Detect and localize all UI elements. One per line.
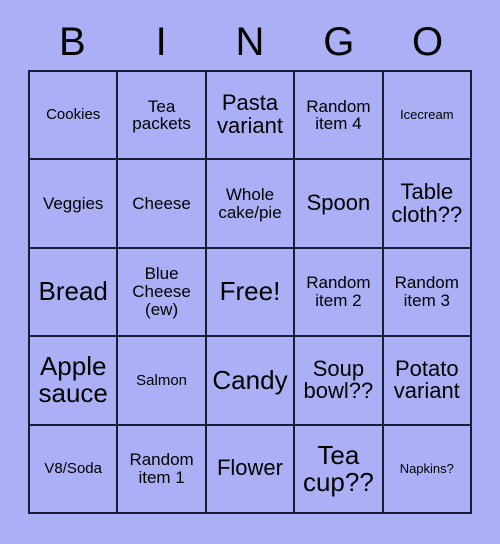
bingo-cell-label: Veggies <box>42 193 104 213</box>
bingo-cell-r4c1[interactable]: Apple sauce <box>30 337 119 426</box>
bingo-cell-label: Icecream <box>400 107 454 123</box>
bingo-cell-r4c5[interactable]: Potato variant <box>383 337 472 426</box>
bingo-cell-r1c2[interactable]: Tea packets <box>118 72 207 161</box>
bingo-cell-label: Table cloth?? <box>391 178 463 227</box>
bingo-cell-label: Tea packets <box>132 96 191 134</box>
bingo-cell-label: Potato variant <box>393 355 460 404</box>
bingo-cell-label: Salmon <box>136 371 188 389</box>
bingo-cell-r5c2[interactable]: Random item 1 <box>118 425 207 514</box>
bingo-cell-r2c4[interactable]: Spoon <box>295 160 384 249</box>
bingo-cell-label: Candy <box>212 364 288 395</box>
bingo-cell-label: Bread <box>38 276 108 307</box>
bingo-cell-r5c5[interactable]: Napkins? <box>383 425 472 514</box>
bingo-cell-r1c5[interactable]: Icecream <box>383 72 472 161</box>
bingo-card: B I N G O Cookies Tea packets Pasta vari… <box>0 0 500 544</box>
bingo-cell-r2c2[interactable]: Cheese <box>118 160 207 249</box>
bingo-cell-label: Random item 3 <box>394 273 459 310</box>
bingo-cell-label: Pasta variant <box>216 90 284 139</box>
bingo-cell-r3c5[interactable]: Random item 3 <box>383 248 472 338</box>
bingo-cell-r3c2[interactable]: Blue Cheese (ew) <box>118 248 207 338</box>
bingo-cell-r5c1[interactable]: V8/Soda <box>30 425 119 514</box>
bingo-cell-label: Soup bowl?? <box>303 355 374 404</box>
header-letter-b: B <box>59 20 86 64</box>
bingo-cell-label: Spoon <box>306 190 371 216</box>
bingo-cell-label: Cheese <box>132 193 191 213</box>
bingo-cell-label: Whole cake/pie <box>218 184 282 222</box>
bingo-cell-label: Flower <box>216 455 283 481</box>
header-letter-n: N <box>235 20 265 64</box>
bingo-cell-label: Apple sauce <box>38 351 108 409</box>
bingo-cell-r3c4[interactable]: Random item 2 <box>295 248 384 338</box>
bingo-cell-r5c3[interactable]: Flower <box>206 425 296 514</box>
bingo-cell-r1c1[interactable]: Cookies <box>30 72 119 161</box>
bingo-cell-label: Random item 1 <box>129 450 194 487</box>
bingo-cell-label: Random item 2 <box>306 273 371 310</box>
bingo-cell-r3c1[interactable]: Bread <box>30 248 119 338</box>
bingo-cell-label: Tea cup?? <box>302 439 374 497</box>
bingo-cell-r2c5[interactable]: Table cloth?? <box>383 160 472 249</box>
bingo-cell-r5c4[interactable]: Tea cup?? <box>295 425 384 514</box>
header-letter-g: G <box>323 20 355 64</box>
bingo-cell-label: Free! <box>219 276 281 307</box>
header-letter-o: O <box>412 20 444 64</box>
bingo-cell-r2c1[interactable]: Veggies <box>30 160 119 249</box>
bingo-cell-label: Cookies <box>46 106 101 124</box>
bingo-cell-r1c4[interactable]: Random item 4 <box>295 72 384 161</box>
bingo-grid: Cookies Tea packets Pasta variant Random… <box>28 70 472 514</box>
bingo-cell-r4c3[interactable]: Candy <box>206 337 296 426</box>
bingo-cell-r1c3[interactable]: Pasta variant <box>206 72 296 161</box>
bingo-cell-label: Napkins? <box>399 461 454 477</box>
header-letter-i: I <box>155 20 167 64</box>
bingo-cell-label: Random item 4 <box>306 96 371 134</box>
bingo-cell-r4c2[interactable]: Salmon <box>118 337 207 426</box>
bingo-cell-r4c4[interactable]: Soup bowl?? <box>295 337 384 426</box>
bingo-cell-label: Blue Cheese (ew) <box>132 264 191 319</box>
bingo-cell-free-space[interactable]: Free! <box>206 248 296 338</box>
bingo-header: B I N G O <box>28 14 472 70</box>
bingo-cell-r2c3[interactable]: Whole cake/pie <box>206 160 296 249</box>
bingo-cell-label: V8/Soda <box>44 460 102 477</box>
